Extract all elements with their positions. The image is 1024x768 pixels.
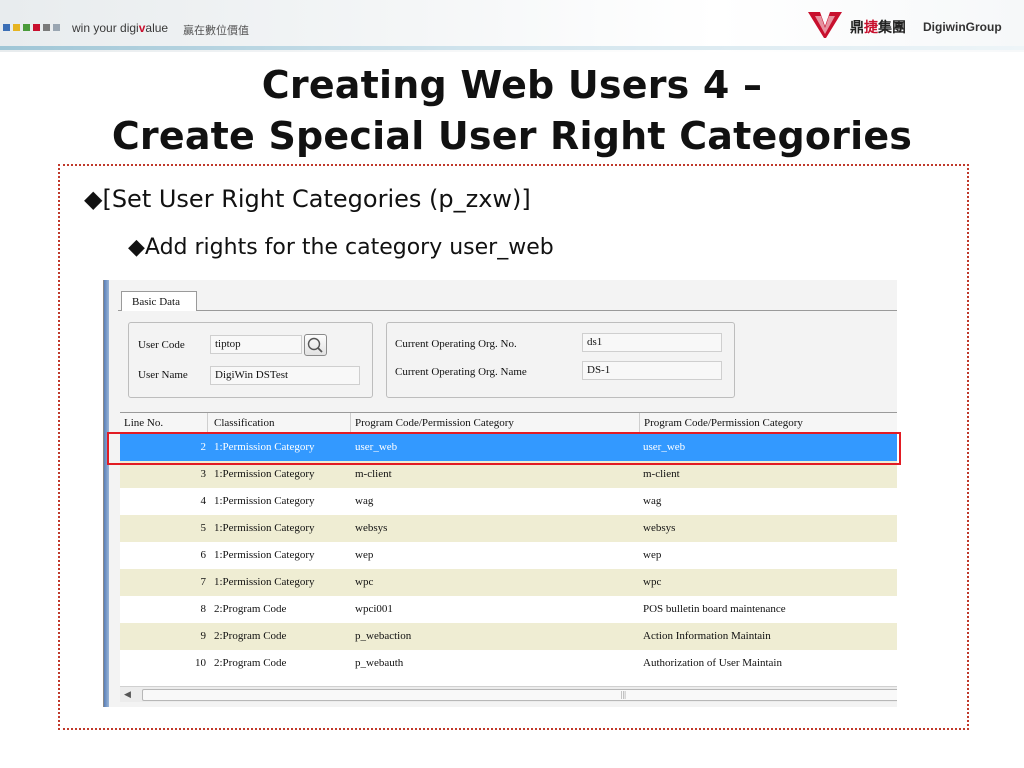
- line-no-cell: 4: [200, 495, 207, 507]
- line-no-cell: 5: [200, 522, 207, 534]
- table-row[interactable]: 6 1:Permission Category wep wep: [120, 542, 897, 569]
- classification-cell: 1:Permission Category: [214, 522, 315, 534]
- table-row[interactable]: 7 1:Permission Category wpc wpc: [120, 569, 897, 596]
- window-left-edge: [104, 280, 109, 707]
- code-description-cell: user_web: [643, 441, 686, 453]
- horizontal-scrollbar[interactable]: ◀ |||: [120, 686, 897, 702]
- app-window: Basic Data User Code tiptop User Name Di…: [103, 280, 897, 707]
- brand-name-english: DigiwinGroup: [923, 20, 1002, 34]
- user-name-label: User Name: [138, 369, 188, 381]
- color-square: [53, 24, 60, 31]
- tagline-text: win your digi: [72, 21, 139, 35]
- color-squares: [3, 24, 60, 31]
- code-description-cell: wep: [643, 549, 662, 561]
- code-cell: wpc: [355, 576, 374, 588]
- scroll-grip-icon: |||: [621, 690, 626, 699]
- color-square: [3, 24, 10, 31]
- brand-char-accent: 捷: [864, 20, 878, 36]
- bullet-level-2: ◆Add rights for the category user_web: [128, 235, 554, 260]
- slide-title-line-2: Create Special User Right Categories: [111, 114, 913, 158]
- code-cell: wag: [355, 495, 374, 507]
- line-no-cell: 2: [200, 441, 207, 453]
- tab-strip-line: [118, 310, 897, 311]
- grid-header: Line No. Classification Program Code/Per…: [120, 413, 897, 434]
- code-cell: m-client: [355, 468, 392, 480]
- col-header-code[interactable]: Program Code/Permission Category: [351, 413, 640, 433]
- line-no-cell: 6: [200, 549, 207, 561]
- table-row-selected[interactable]: 2 1:Permission Category user_web user_web: [120, 434, 897, 461]
- tagline-text-end: alue: [145, 21, 169, 35]
- permission-grid: Line No. Classification Program Code/Per…: [120, 412, 897, 688]
- code-description-cell: wpc: [643, 576, 662, 588]
- line-no-cell: 10: [195, 657, 206, 669]
- classification-cell: 1:Permission Category: [214, 576, 315, 588]
- tagline: win your digivalue: [72, 21, 168, 35]
- code-cell: p_webaction: [355, 630, 412, 642]
- bullet-level-1: ◆[Set User Right Categories (p_zxw)]: [84, 185, 531, 213]
- line-no-cell: 9: [200, 630, 207, 642]
- table-row[interactable]: 10 2:Program Code p_webauth Authorization o…: [120, 650, 897, 677]
- org-no-field[interactable]: ds1: [582, 333, 722, 352]
- user-code-field[interactable]: tiptop: [210, 335, 302, 354]
- tab-basic-data[interactable]: Basic Data: [121, 291, 197, 311]
- code-description-cell: Action Information Maintain: [643, 630, 771, 642]
- table-row[interactable]: 5 1:Permission Category websys websys: [120, 515, 897, 542]
- org-name-label: Current Operating Org. Name: [395, 366, 527, 378]
- code-cell: websys: [355, 522, 388, 534]
- brand-name-chinese: 鼎捷集團: [850, 17, 906, 37]
- magnifier-icon: [307, 337, 323, 353]
- code-cell: p_webauth: [355, 657, 404, 669]
- scroll-left-icon[interactable]: ◀: [120, 687, 135, 702]
- code-description-cell: POS bulletin board maintenance: [643, 603, 786, 615]
- tagline-chinese: 贏在數位價值: [183, 24, 249, 37]
- code-cell: user_web: [355, 441, 398, 453]
- color-square: [43, 24, 50, 31]
- table-row[interactable]: 9 2:Program Code p_webaction Action Informa…: [120, 623, 897, 650]
- classification-cell: 2:Program Code: [214, 657, 287, 669]
- brand-char: 鼎: [850, 20, 864, 36]
- line-no-cell: 3: [200, 468, 207, 480]
- slide-title-line-1: Creating Web Users 4 –: [261, 63, 763, 107]
- org-name-field[interactable]: DS-1: [582, 361, 722, 380]
- code-description-cell: websys: [643, 522, 676, 534]
- classification-cell: 2:Program Code: [214, 603, 287, 615]
- user-lookup-button[interactable]: [304, 334, 327, 356]
- col-header-classification[interactable]: Classification: [210, 413, 351, 433]
- line-no-cell: 8: [200, 603, 207, 615]
- code-description-cell: wag: [643, 495, 662, 507]
- header-rule: [0, 46, 1024, 50]
- code-description-cell: Authorization of User Maintain: [643, 657, 782, 669]
- color-square: [33, 24, 40, 31]
- classification-cell: 1:Permission Category: [214, 549, 315, 561]
- classification-cell: 1:Permission Category: [214, 441, 315, 453]
- color-square: [23, 24, 30, 31]
- scroll-thumb[interactable]: |||: [142, 689, 897, 701]
- col-header-line-no[interactable]: Line No.: [120, 413, 208, 433]
- org-no-label: Current Operating Org. No.: [395, 338, 517, 350]
- table-row[interactable]: 8 2:Program Code wpci001 POS bulletin board…: [120, 596, 897, 623]
- brand-char: 集團: [878, 20, 906, 36]
- col-header-code-2[interactable]: Program Code/Permission Category: [640, 413, 897, 433]
- table-row[interactable]: 3 1:Permission Category m-client m-client: [120, 461, 897, 488]
- classification-cell: 1:Permission Category: [214, 468, 315, 480]
- line-no-cell: 7: [200, 576, 207, 588]
- user-name-field[interactable]: DigiWin DSTest: [210, 366, 360, 385]
- classification-cell: 1:Permission Category: [214, 495, 315, 507]
- code-cell: wep: [355, 549, 374, 561]
- code-cell: wpci001: [355, 603, 393, 615]
- color-square: [13, 24, 20, 31]
- code-description-cell: m-client: [643, 468, 680, 480]
- table-row[interactable]: 4 1:Permission Category wag wag: [120, 488, 897, 515]
- digiwin-logo-icon: [808, 12, 842, 38]
- user-group-box: [128, 322, 373, 398]
- user-code-label: User Code: [138, 339, 185, 351]
- classification-cell: 2:Program Code: [214, 630, 287, 642]
